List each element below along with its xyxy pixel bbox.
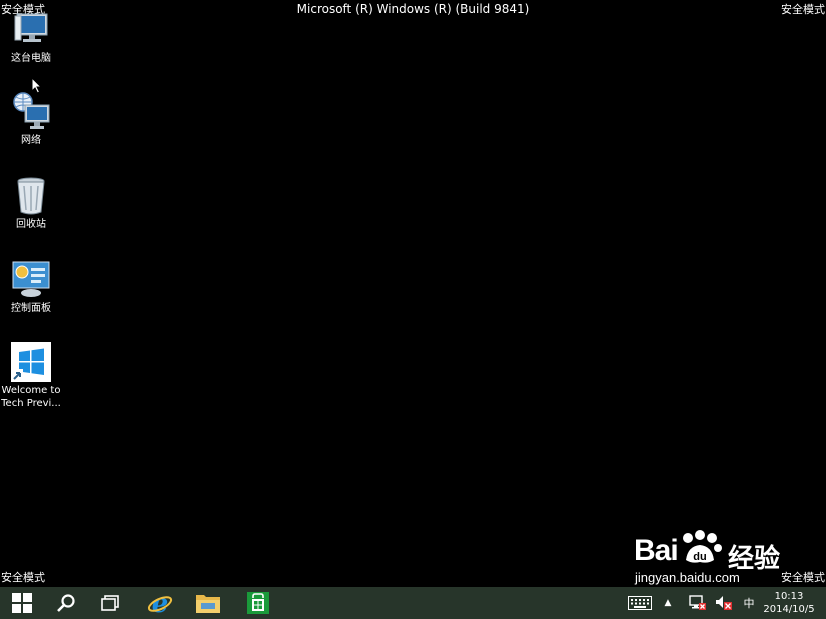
this-pc-icon	[11, 10, 51, 50]
network-status-button[interactable]	[688, 587, 708, 619]
desktop-icon-label-line2: Tech Previ...	[1, 398, 61, 409]
desktop-icon-label: 这台电脑	[11, 53, 51, 64]
clock-date: 2014/10/5	[763, 604, 815, 615]
clock-time: 10:13	[774, 591, 804, 602]
file-explorer-button[interactable]	[186, 587, 230, 619]
recycle-bin-icon	[11, 176, 51, 216]
build-watermark: Microsoft (R) Windows (R) (Build 9841)	[296, 2, 530, 16]
keyboard-icon	[628, 596, 652, 610]
taskbar: e ▲ 中 10:13 2014/10/5	[0, 587, 826, 619]
chevron-up-icon: ▲	[664, 598, 672, 608]
svg-text:du: du	[693, 551, 706, 563]
safe-mode-label-bottom-left: 安全模式	[1, 571, 45, 584]
start-button[interactable]	[0, 587, 44, 619]
internet-explorer-button[interactable]: e	[138, 587, 182, 619]
svg-text:e: e	[152, 590, 169, 616]
speaker-muted-icon	[716, 596, 732, 610]
desktop-icon-control-panel[interactable]: 控制面板	[0, 260, 62, 316]
network-icon	[11, 92, 51, 132]
desktop-icon-label: 回收站	[16, 219, 46, 230]
desktop-icon-label: 网络	[21, 135, 41, 146]
baidu-jingyan-watermark: du Bai 经验 jingyan.baidu.com	[632, 528, 822, 588]
task-view-button[interactable]	[88, 587, 132, 619]
watermark-url: jingyan.baidu.com	[635, 570, 740, 585]
store-button[interactable]	[236, 587, 280, 619]
clock[interactable]: 10:13 2014/10/5	[760, 590, 818, 616]
desktop-icon-label-line1: Welcome to	[1, 385, 61, 396]
desktop-icon-this-pc[interactable]: 这台电脑	[0, 10, 62, 66]
network-disconnected-icon	[689, 595, 706, 610]
folder-icon	[196, 595, 220, 613]
desktop-icon-welcome-tech-preview[interactable]: Welcome to Tech Previ...	[0, 342, 62, 410]
paw-logo-icon: du	[683, 530, 722, 563]
input-method-indicator[interactable]: 中	[740, 587, 758, 619]
desktop-icon-network[interactable]: 网络	[0, 92, 62, 148]
volume-button[interactable]	[714, 587, 734, 619]
desktop-icon-recycle-bin[interactable]: 回收站	[0, 176, 62, 232]
touch-keyboard-button[interactable]	[626, 587, 654, 619]
task-view-icon	[101, 595, 119, 611]
search-icon	[57, 594, 75, 612]
windows-logo-icon	[11, 342, 51, 382]
desktop-icon-label: 控制面板	[11, 303, 51, 314]
show-hidden-icons-button[interactable]: ▲	[660, 587, 676, 619]
windows-start-icon	[12, 593, 32, 613]
watermark-brand-left: Bai	[634, 534, 679, 567]
mouse-pointer-icon	[31, 76, 43, 98]
internet-explorer-icon: e	[147, 590, 173, 616]
control-panel-icon	[11, 260, 51, 300]
ime-label: 中	[743, 597, 755, 610]
search-button[interactable]	[44, 587, 88, 619]
store-icon	[247, 592, 269, 614]
